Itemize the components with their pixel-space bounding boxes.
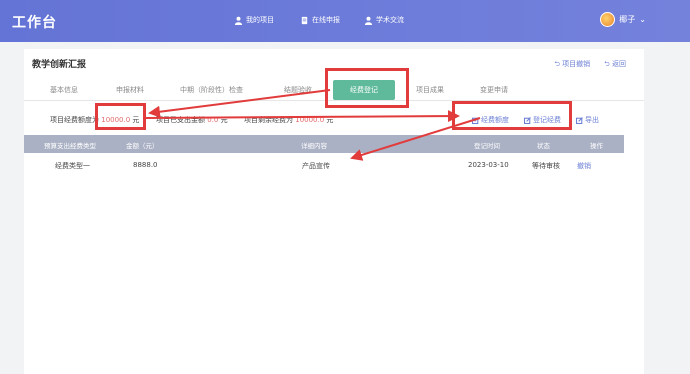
export-label: 导出 (585, 116, 599, 124)
funding-quota-label: 经费额度 (481, 116, 509, 124)
column-detail: 详细内容 (301, 142, 327, 150)
budget-spent: 项目已支出金额 0.0 元 (156, 115, 228, 125)
tab-basic-info[interactable]: 基本信息 (50, 85, 78, 95)
budget-total-value: 10000.0 (101, 116, 131, 124)
avatar (600, 12, 616, 27)
chevron-down-icon: ⌄ (639, 15, 646, 24)
tab-funding-registration[interactable]: 经费登记 (333, 80, 395, 100)
tab-project-results[interactable]: 项目成果 (416, 85, 444, 95)
export-button[interactable]: 导出 (576, 115, 599, 125)
page-title: 教学创新汇报 (32, 60, 87, 70)
column-status: 状态 (537, 142, 550, 150)
column-operation: 操作 (590, 142, 603, 150)
column-registration-time: 登记时间 (474, 142, 500, 150)
table-row: 经费类型一 8888.0 产品宣传 2023-03-10 等待审核 撤销 (24, 153, 624, 177)
cell-registration-time: 2023-03-10 (468, 161, 509, 169)
document-icon (301, 16, 308, 24)
column-expense-type: 预算支出经费类型 (44, 142, 96, 150)
cell-amount: 8888.0 (133, 161, 158, 169)
back-button[interactable]: ⮌ 返回 (604, 59, 626, 71)
cell-detail: 产品宣传 (302, 162, 330, 170)
nav-my-projects-label: 我的项目 (246, 16, 274, 24)
withdraw-project-button[interactable]: ⮌ 项目撤销 (554, 59, 590, 71)
budget-remaining-value: 10000.0 (295, 116, 325, 124)
nav-online-declaration[interactable]: 在线申报 (300, 15, 340, 25)
project-card: 教学创新汇报 ⮌ 项目撤销 ⮌ 返回 基本信息 申报材料 中期（阶段性）检查 结… (24, 49, 644, 374)
cell-status: 等待审核 (532, 162, 560, 170)
nav-online-declaration-label: 在线申报 (312, 16, 340, 24)
budget-remaining-label: 项目剩余经费为 (244, 116, 293, 124)
budget-total-unit: 元 (132, 116, 140, 124)
column-amount: 金额（元） (126, 142, 159, 150)
register-funding-button[interactable]: 登记经费 (524, 115, 561, 125)
budget-remaining-unit: 元 (326, 116, 334, 124)
user-icon (234, 16, 243, 25)
user-menu[interactable]: 椰子 ⌄ (600, 12, 646, 27)
export-icon (576, 116, 583, 124)
funding-quota-button[interactable]: 经费额度 (472, 115, 509, 125)
budget-spent-label: 项目已支出金额 (156, 116, 205, 124)
app-title: 工作台 (12, 15, 57, 31)
edit-icon (524, 116, 531, 124)
budget-total: 项目经费额度为 10000.0 元 (50, 115, 139, 125)
nav-my-projects[interactable]: 我的项目 (234, 15, 274, 25)
tab-final-acceptance[interactable]: 结题验收 (284, 85, 312, 95)
tab-midterm-check[interactable]: 中期（阶段性）检查 (180, 85, 243, 95)
tab-change-request[interactable]: 变更申请 (480, 85, 508, 95)
nav-academic-exchange[interactable]: 学术交流 (364, 15, 404, 25)
user-icon (364, 16, 373, 25)
register-funding-label: 登记经费 (533, 116, 561, 124)
tab-application-materials[interactable]: 申报材料 (116, 85, 144, 95)
user-name: 椰子 (619, 15, 636, 24)
edit-icon (472, 116, 479, 124)
nav-academic-exchange-label: 学术交流 (376, 16, 404, 24)
budget-spent-value: 0.0 (207, 116, 219, 124)
withdraw-entry-link[interactable]: 撤销 (577, 161, 591, 171)
budget-remaining: 项目剩余经费为 10000.0 元 (244, 115, 333, 125)
budget-spent-unit: 元 (220, 116, 228, 124)
page-actions: ⮌ 项目撤销 ⮌ 返回 (554, 59, 626, 71)
budget-summary: 项目经费额度为 10000.0 元 项目已支出金额 0.0 元 项目剩余经费为 … (24, 109, 644, 135)
table-header: 预算支出经费类型 金额（元） 详细内容 登记时间 状态 操作 (24, 135, 624, 153)
top-navigation-bar: 工作台 我的项目 在线申报 学术交流 椰子 ⌄ (0, 0, 690, 42)
budget-total-label: 项目经费额度为 (50, 116, 99, 124)
tab-bar: 基本信息 申报材料 中期（阶段性）检查 结题验收 经费登记 项目成果 变更申请 (24, 77, 644, 101)
cell-expense-type: 经费类型一 (55, 162, 90, 170)
